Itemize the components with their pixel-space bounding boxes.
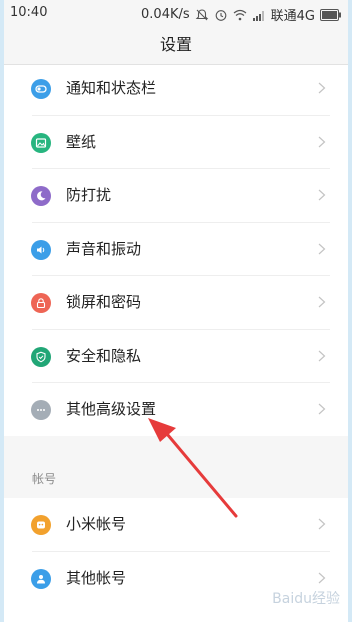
mute-icon [195, 8, 208, 20]
settings-item-lockscreen[interactable]: 锁屏和密码 [4, 276, 348, 330]
notification-icon [31, 79, 51, 99]
settings-item-do-not-disturb[interactable]: 防打扰 [4, 169, 348, 223]
section-separator [4, 436, 348, 498]
shield-icon [31, 346, 51, 367]
alarm-icon [215, 9, 226, 21]
wifi-icon [233, 9, 247, 20]
carrier-label: 联通4G [270, 9, 315, 24]
settings-item-label: 声音和振动 [66, 239, 142, 258]
lock-icon [31, 293, 51, 313]
status-right: 0.04K/s 联通4G [141, 5, 342, 24]
more-icon [31, 400, 51, 420]
wallpaper-icon [31, 132, 51, 153]
settings-item-label: 通知和状态栏 [66, 79, 157, 97]
phone-screen: 10:40 0.04K/s 联通4G 设置 通知和状态栏 壁纸 防打扰 声音和振… [4, 0, 348, 622]
status-bar: 10:40 0.04K/s 联通4G [4, 0, 348, 26]
signal-icon [252, 10, 264, 21]
chevron-right-icon [318, 296, 326, 308]
settings-item-label: 防打扰 [66, 186, 112, 204]
moon-icon [31, 186, 51, 206]
network-speed: 0.04K/s [141, 7, 190, 22]
status-time: 10:40 [10, 5, 48, 20]
settings-item-label: 安全和隐私 [66, 346, 142, 365]
section-label-accounts: 帐号 [32, 472, 57, 486]
speaker-icon [31, 239, 51, 260]
person-icon [31, 568, 51, 589]
settings-item-notification[interactable]: 通知和状态栏 [4, 62, 348, 116]
chevron-right-icon [318, 243, 326, 254]
chevron-right-icon [318, 518, 326, 530]
mi-account-icon [31, 515, 51, 535]
chevron-right-icon [318, 403, 326, 415]
watermark: Baidu经验 [272, 591, 340, 607]
chevron-right-icon [318, 189, 326, 201]
chevron-right-icon [318, 350, 326, 361]
page-title: 设置 [4, 26, 348, 65]
settings-item-sound[interactable]: 声音和振动 [4, 223, 348, 276]
settings-item-label: 小米帐号 [66, 515, 127, 533]
settings-item-security[interactable]: 安全和隐私 [4, 330, 348, 383]
settings-item-label: 壁纸 [66, 132, 97, 151]
chevron-right-icon [318, 136, 326, 147]
settings-item-label: 锁屏和密码 [66, 293, 142, 311]
chevron-right-icon [318, 572, 326, 583]
settings-item-mi-account[interactable]: 小米帐号 [4, 498, 348, 552]
settings-item-advanced[interactable]: 其他高级设置 [4, 383, 348, 437]
settings-item-label: 其他帐号 [66, 568, 127, 587]
settings-list: 通知和状态栏 壁纸 防打扰 声音和振动 锁屏和密码 安全和隐私 其他高级设置 [4, 62, 348, 437]
settings-item-label: 其他高级设置 [66, 400, 157, 418]
settings-item-wallpaper[interactable]: 壁纸 [4, 116, 348, 169]
chevron-right-icon [318, 82, 326, 94]
battery-icon [320, 8, 341, 21]
